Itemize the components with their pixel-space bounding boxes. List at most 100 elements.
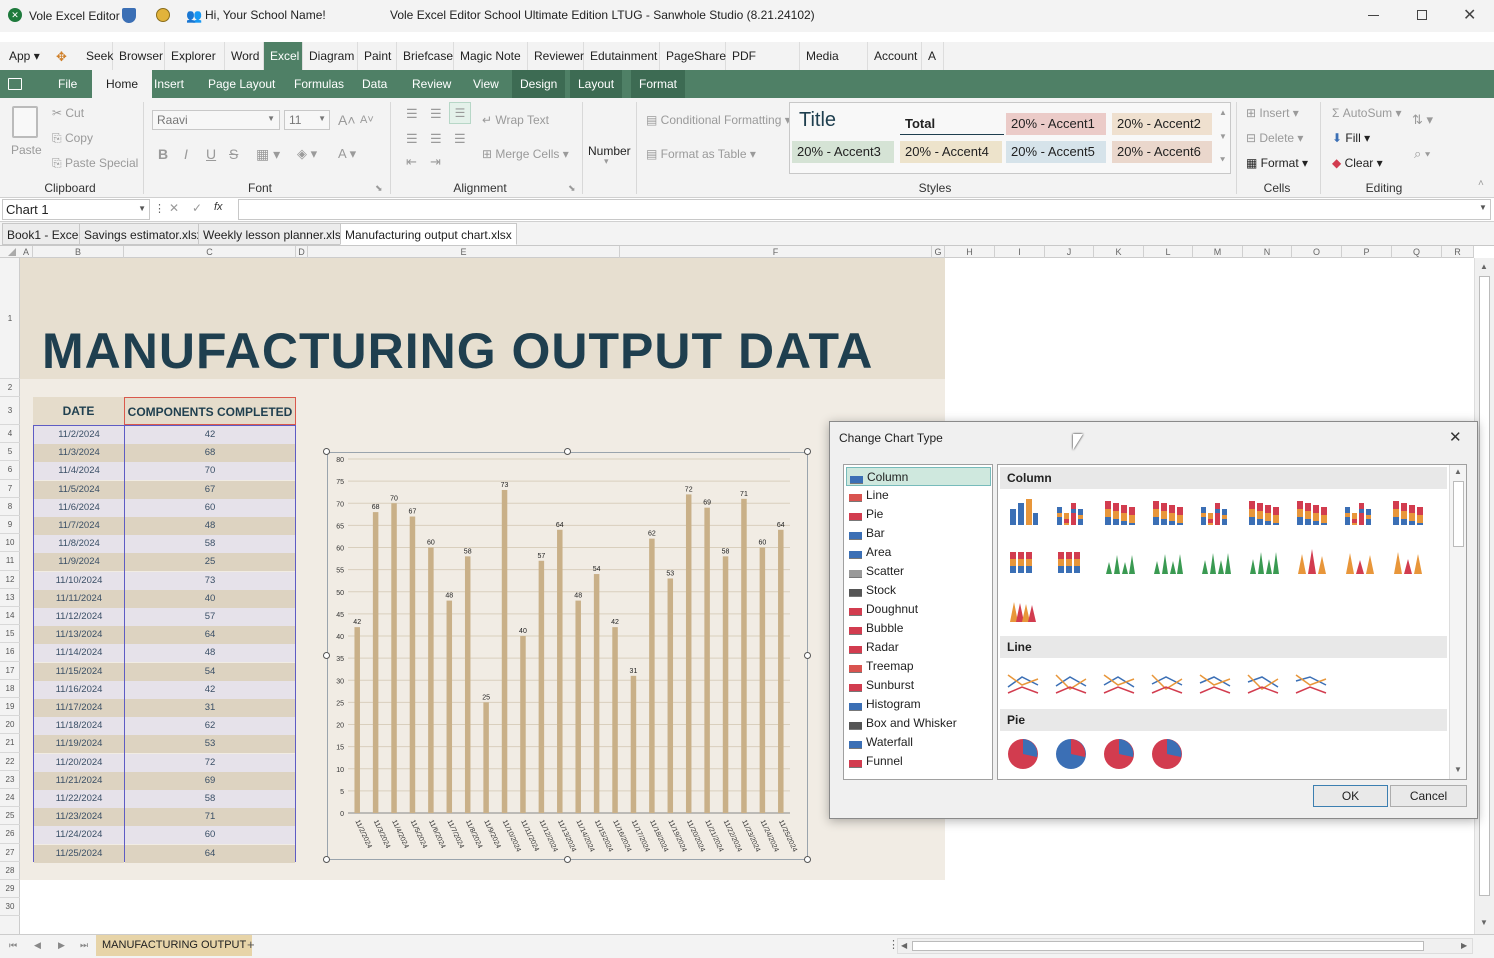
components-cell[interactable]: 25: [125, 553, 295, 572]
chart-bar[interactable]: [501, 489, 508, 813]
move-icon[interactable]: ✥: [56, 49, 67, 65]
grow-font-icon[interactable]: A˄: [338, 112, 356, 128]
date-cell[interactable]: 11/10/2024: [34, 571, 124, 590]
number-chevron-icon[interactable]: ▾: [604, 156, 609, 167]
collapse-ribbon-icon[interactable]: ˄: [1478, 178, 1484, 189]
date-cell[interactable]: 11/12/2024: [34, 608, 124, 626]
chart-bar[interactable]: [354, 627, 360, 813]
date-cell[interactable]: 11/7/2024: [34, 517, 124, 535]
date-cell[interactable]: 11/11/2024: [34, 589, 124, 608]
close-icon[interactable]: ✕: [1463, 5, 1476, 25]
components-cell[interactable]: 62: [125, 717, 295, 736]
align-bottom-icon[interactable]: ☰: [449, 102, 471, 124]
chart-type-doughnut[interactable]: Doughnut: [846, 600, 991, 619]
hscroll-right-icon[interactable]: ▶: [1461, 941, 1467, 950]
row-header-14[interactable]: 14: [0, 607, 20, 626]
column-subtype-icon-4[interactable]: [1150, 495, 1184, 529]
insert-cells-button[interactable]: ⊞ Insert ▾: [1246, 106, 1299, 120]
chart-bar[interactable]: [630, 675, 637, 813]
app-item-word[interactable]: Word: [225, 42, 264, 70]
dialog-close-icon[interactable]: ✕: [1449, 428, 1462, 446]
date-cell[interactable]: 11/5/2024: [34, 480, 124, 499]
components-cell[interactable]: 48: [125, 517, 295, 535]
strikethrough-icon[interactable]: S: [229, 146, 238, 162]
align-center-icon[interactable]: ☰: [430, 131, 442, 147]
autosum-button[interactable]: Σ AutoSum ▾: [1332, 106, 1401, 120]
components-cell[interactable]: 71: [125, 808, 295, 827]
column-subtype-icon-9[interactable]: [1390, 495, 1424, 529]
row-header-6[interactable]: 6: [0, 461, 20, 480]
formula-options-icon[interactable]: ⋮: [154, 202, 165, 215]
app-item-browser[interactable]: Browser: [113, 42, 165, 70]
app-item-pdf-creator[interactable]: PDF Creator: [726, 42, 800, 91]
chart-bar[interactable]: [575, 600, 581, 813]
column-subtype-icon-5[interactable]: [1198, 495, 1232, 529]
styles-scroll-down-icon[interactable]: ▼: [1219, 132, 1227, 141]
underline-icon[interactable]: U: [206, 146, 216, 162]
styles-scroll-up-icon[interactable]: ▲: [1219, 108, 1227, 117]
align-middle-icon[interactable]: ☰: [430, 106, 442, 122]
row-header-19[interactable]: 19: [0, 698, 20, 717]
components-cell[interactable]: 53: [125, 735, 295, 754]
style-accent2[interactable]: 20% - Accent2: [1112, 113, 1212, 135]
date-header[interactable]: DATE: [33, 397, 124, 425]
row-header-15[interactable]: 15: [0, 625, 20, 644]
column-subtype-icon-1[interactable]: [1006, 495, 1040, 529]
align-right-icon[interactable]: ☰: [454, 131, 466, 147]
row-header-8[interactable]: 8: [0, 498, 20, 516]
row-header-12[interactable]: 12: [0, 571, 20, 589]
chart-type-stock[interactable]: Stock: [846, 581, 991, 600]
date-cell[interactable]: 11/22/2024: [34, 790, 124, 808]
row-header-30[interactable]: 30: [0, 898, 20, 917]
column-subtype-icon-11[interactable]: [1054, 544, 1088, 578]
components-cell[interactable]: 70: [125, 462, 295, 481]
date-cell[interactable]: 11/13/2024: [34, 626, 124, 645]
date-cell[interactable]: 11/6/2024: [34, 498, 124, 517]
components-cell[interactable]: 31: [125, 699, 295, 717]
app-item-pageshare[interactable]: PageShare: [660, 42, 726, 70]
column-subtype-icon-15[interactable]: [1246, 544, 1280, 578]
components-cell[interactable]: 58: [125, 790, 295, 808]
chart-type-bar[interactable]: Bar: [846, 524, 991, 543]
select-all-icon[interactable]: [8, 248, 16, 256]
column-subtype-icon-7[interactable]: [1294, 495, 1328, 529]
copy-button[interactable]: ⎘ Copy: [52, 131, 93, 146]
formula-enter-icon[interactable]: ✓: [192, 201, 202, 215]
col-header-O[interactable]: O: [1292, 246, 1342, 258]
gallery-scroll-up-icon[interactable]: ▲: [1454, 467, 1462, 476]
app-item-diagram[interactable]: Diagram: [303, 42, 358, 70]
date-cell[interactable]: 11/16/2024: [34, 680, 124, 699]
row-header-13[interactable]: 13: [0, 589, 20, 607]
tab-home[interactable]: Home: [92, 70, 153, 98]
app-item-explorer[interactable]: Explorer: [165, 42, 225, 70]
line-subtype-icon-2[interactable]: [1054, 665, 1088, 699]
chart-bar[interactable]: [778, 529, 784, 813]
chart-type-area[interactable]: Area: [846, 543, 991, 562]
prev-sheet-icon[interactable]: ◀: [34, 940, 41, 951]
paste-special-button[interactable]: ⎘ Paste Special: [52, 156, 138, 171]
col-header-G[interactable]: G: [932, 246, 945, 258]
date-cell[interactable]: 11/2/2024: [34, 426, 124, 444]
column-subtype-icon-14[interactable]: [1198, 544, 1232, 578]
chart-bar[interactable]: [464, 556, 471, 813]
components-cell[interactable]: 57: [125, 608, 295, 626]
app-item-account[interactable]: Account: [868, 42, 922, 70]
borders-icon[interactable]: ▦ ▾: [256, 146, 280, 163]
date-cell[interactable]: 11/20/2024: [34, 753, 124, 772]
chart-handle-bm[interactable]: [564, 856, 571, 863]
row-header-2[interactable]: 2: [0, 379, 20, 397]
date-cell[interactable]: 11/21/2024: [34, 771, 124, 790]
shield-icon[interactable]: [122, 8, 136, 23]
components-cell[interactable]: 68: [125, 444, 295, 463]
col-header-R[interactable]: R: [1442, 246, 1474, 258]
chart-type-histogram[interactable]: Histogram: [846, 695, 991, 714]
horizontal-scrollbar[interactable]: ◀ ▶: [897, 938, 1473, 954]
gallery-scroll-down-icon[interactable]: ▼: [1454, 765, 1462, 774]
app-item-magic-note[interactable]: Magic Note: [454, 42, 528, 70]
row-header-29[interactable]: 29: [0, 880, 20, 899]
chart-type-line[interactable]: Line: [846, 486, 991, 505]
ribbon-menu-icon[interactable]: [8, 78, 22, 90]
col-header-Q[interactable]: Q: [1392, 246, 1442, 258]
clear-button[interactable]: ◆ Clear ▾: [1332, 156, 1383, 170]
date-cell[interactable]: 11/19/2024: [34, 735, 124, 754]
